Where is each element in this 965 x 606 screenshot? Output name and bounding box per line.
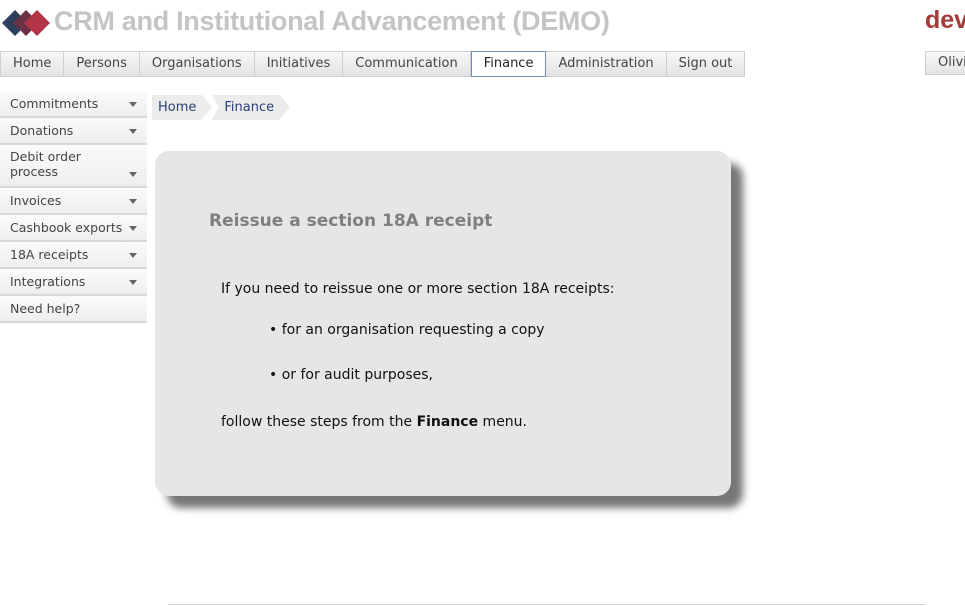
sidebar-item-label: Debit order process <box>10 149 81 179</box>
intro-text: If you need to reissue one or more secti… <box>221 281 615 297</box>
tab-sign-out[interactable]: Sign out <box>666 51 746 77</box>
footer-divider <box>168 604 925 605</box>
breadcrumb-home[interactable]: Home <box>152 95 213 120</box>
chevron-down-icon[interactable] <box>129 102 137 107</box>
chevron-down-icon[interactable] <box>129 172 137 177</box>
sidebar-item-debit-order-process[interactable]: Debit order process <box>0 145 147 188</box>
chevron-down-icon[interactable] <box>129 226 137 231</box>
outro-suffix: menu. <box>478 414 528 430</box>
bullet-item: • for an organisation requesting a copy <box>269 322 545 338</box>
outro-finance-bold: Finance <box>416 414 479 430</box>
tab-initiatives[interactable]: Initiatives <box>254 51 344 77</box>
outro-text: follow these steps from the Finance menu… <box>221 414 527 430</box>
tab-persons[interactable]: Persons <box>64 51 140 77</box>
chevron-down-icon[interactable] <box>129 199 137 204</box>
sidebar-item-label: Invoices <box>10 193 62 208</box>
top-navigation: Home Persons Organisations Initiatives C… <box>0 51 746 77</box>
app-title: CRM and Institutional Advancement (DEMO) <box>54 6 610 36</box>
sidebar-item-label: 18A receipts <box>10 247 89 262</box>
sidebar-item-invoices[interactable]: Invoices <box>0 188 147 215</box>
sidebar-item-need-help[interactable]: Need help? <box>0 296 147 323</box>
tab-finance[interactable]: Finance <box>470 51 547 77</box>
sidebar-item-cashbook-exports[interactable]: Cashbook exports <box>0 215 147 242</box>
sidebar-item-label: Cashbook exports <box>10 220 123 235</box>
sidebar-item-label: Commitments <box>10 96 99 111</box>
sidebar-item-donations[interactable]: Donations <box>0 118 147 145</box>
sidebar-item-label: Integrations <box>10 274 86 289</box>
chevron-down-icon[interactable] <box>129 129 137 134</box>
help-card: Reissue a section 18A receipt If you nee… <box>155 151 731 496</box>
tab-organisations[interactable]: Organisations <box>139 51 255 77</box>
sidebar-item-integrations[interactable]: Integrations <box>0 269 147 296</box>
sidebar-item-label: Need help? <box>10 301 81 316</box>
tab-communication[interactable]: Communication <box>343 51 471 77</box>
app-logo <box>2 8 52 38</box>
page-title: Reissue a section 18A receipt <box>209 211 493 231</box>
bullet-item: • or for audit purposes, <box>269 367 433 383</box>
chevron-down-icon[interactable] <box>129 253 137 258</box>
brand-logo-text: dev <box>925 6 965 34</box>
outro-prefix: follow these steps from the <box>221 414 417 430</box>
tab-administration[interactable]: Administration <box>546 51 667 77</box>
sidebar-item-18a-receipts[interactable]: 18A receipts <box>0 242 147 269</box>
sidebar: Commitments Donations Debit order proces… <box>0 91 147 323</box>
breadcrumb: Home Finance <box>152 95 290 120</box>
sidebar-item-commitments[interactable]: Commitments <box>0 91 147 118</box>
tab-home[interactable]: Home <box>0 51 65 77</box>
user-menu-button[interactable]: Olivi <box>925 51 965 75</box>
breadcrumb-finance[interactable]: Finance <box>212 95 290 120</box>
sidebar-item-label: Donations <box>10 123 74 138</box>
chevron-down-icon[interactable] <box>129 280 137 285</box>
